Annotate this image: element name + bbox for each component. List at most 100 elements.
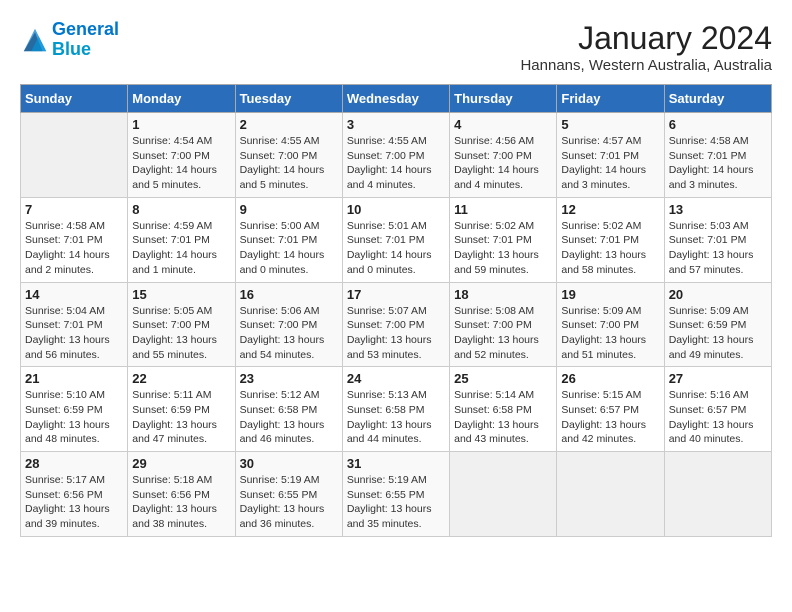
- header-day-tuesday: Tuesday: [235, 85, 342, 113]
- calendar-cell: 25 Sunrise: 5:14 AMSunset: 6:58 PMDayligh…: [450, 367, 557, 452]
- day-info: Sunrise: 5:15 AMSunset: 6:57 PMDaylight:…: [561, 388, 659, 447]
- day-number: 1: [132, 117, 230, 132]
- logo-icon: [20, 25, 50, 55]
- day-number: 8: [132, 202, 230, 217]
- day-info: Sunrise: 5:14 AMSunset: 6:58 PMDaylight:…: [454, 388, 552, 447]
- header-row: SundayMondayTuesdayWednesdayThursdayFrid…: [21, 85, 772, 113]
- header-day-monday: Monday: [128, 85, 235, 113]
- logo-line2: Blue: [52, 39, 91, 59]
- day-number: 11: [454, 202, 552, 217]
- day-number: 4: [454, 117, 552, 132]
- calendar-cell: 26 Sunrise: 5:15 AMSunset: 6:57 PMDayligh…: [557, 367, 664, 452]
- day-number: 30: [240, 456, 338, 471]
- day-number: 27: [669, 371, 767, 386]
- header-day-friday: Friday: [557, 85, 664, 113]
- week-row-2: 7Sunrise: 4:58 AMSunset: 7:01 PMDaylight…: [21, 197, 772, 282]
- day-info: Sunrise: 5:13 AMSunset: 6:58 PMDaylight:…: [347, 388, 445, 447]
- day-info: Sunrise: 4:56 AMSunset: 7:00 PMDaylight:…: [454, 134, 552, 193]
- page-header: General Blue January 2024 Hannans, Weste…: [20, 20, 772, 74]
- calendar-cell: 22 Sunrise: 5:11 AMSunset: 6:59 PMDayligh…: [128, 367, 235, 452]
- day-number: 17: [347, 287, 445, 302]
- calendar-cell: 8Sunrise: 4:59 AMSunset: 7:01 PMDaylight…: [128, 197, 235, 282]
- day-info: Sunrise: 5:19 AMSunset: 6:55 PMDaylight:…: [347, 473, 445, 532]
- title-block: January 2024 Hannans, Western Australia,…: [520, 20, 772, 74]
- day-number: 18: [454, 287, 552, 302]
- calendar-cell: 9Sunrise: 5:00 AMSunset: 7:01 PMDaylight…: [235, 197, 342, 282]
- day-info: Sunrise: 5:09 AMSunset: 6:59 PMDaylight:…: [669, 304, 767, 363]
- calendar-cell: 7Sunrise: 4:58 AMSunset: 7:01 PMDaylight…: [21, 197, 128, 282]
- month-title: January 2024: [520, 20, 772, 57]
- calendar-header: SundayMondayTuesdayWednesdayThursdayFrid…: [21, 85, 772, 113]
- calendar-cell: 13Sunrise: 5:03 AMSunset: 7:01 PMDayligh…: [664, 197, 771, 282]
- calendar-cell: 24 Sunrise: 5:13 AMSunset: 6:58 PMDayligh…: [342, 367, 449, 452]
- calendar-cell: 27 Sunrise: 5:16 AMSunset: 6:57 PMDayligh…: [664, 367, 771, 452]
- day-number: 31: [347, 456, 445, 471]
- week-row-1: 1 Sunrise: 4:54 AMSunset: 7:00 PMDaylight…: [21, 113, 772, 198]
- day-number: 14: [25, 287, 123, 302]
- day-number: 22: [132, 371, 230, 386]
- calendar-cell: 18Sunrise: 5:08 AMSunset: 7:00 PMDayligh…: [450, 282, 557, 367]
- day-number: 10: [347, 202, 445, 217]
- calendar-cell: 28 Sunrise: 5:17 AMSunset: 6:56 PMDayligh…: [21, 452, 128, 537]
- day-info: Sunrise: 5:18 AMSunset: 6:56 PMDaylight:…: [132, 473, 230, 532]
- calendar-cell: 10 Sunrise: 5:01 AMSunset: 7:01 PMDayligh…: [342, 197, 449, 282]
- calendar-cell: 17 Sunrise: 5:07 AMSunset: 7:00 PMDayligh…: [342, 282, 449, 367]
- day-info: Sunrise: 5:02 AMSunset: 7:01 PMDaylight:…: [454, 219, 552, 278]
- day-info: Sunrise: 5:01 AMSunset: 7:01 PMDaylight:…: [347, 219, 445, 278]
- day-number: 28: [25, 456, 123, 471]
- calendar-cell: 14 Sunrise: 5:04 AMSunset: 7:01 PMDayligh…: [21, 282, 128, 367]
- location-title: Hannans, Western Australia, Australia: [520, 57, 772, 74]
- header-day-saturday: Saturday: [664, 85, 771, 113]
- calendar-cell: 29 Sunrise: 5:18 AMSunset: 6:56 PMDayligh…: [128, 452, 235, 537]
- day-info: Sunrise: 4:54 AMSunset: 7:00 PMDaylight:…: [132, 134, 230, 193]
- day-number: 2: [240, 117, 338, 132]
- calendar-cell: 3Sunrise: 4:55 AMSunset: 7:00 PMDaylight…: [342, 113, 449, 198]
- calendar-table: SundayMondayTuesdayWednesdayThursdayFrid…: [20, 84, 772, 537]
- day-info: Sunrise: 5:17 AMSunset: 6:56 PMDaylight:…: [25, 473, 123, 532]
- day-info: Sunrise: 5:19 AMSunset: 6:55 PMDaylight:…: [240, 473, 338, 532]
- day-number: 25: [454, 371, 552, 386]
- day-number: 15: [132, 287, 230, 302]
- day-info: Sunrise: 5:03 AMSunset: 7:01 PMDaylight:…: [669, 219, 767, 278]
- calendar-cell: [450, 452, 557, 537]
- day-number: 12: [561, 202, 659, 217]
- day-info: Sunrise: 5:16 AMSunset: 6:57 PMDaylight:…: [669, 388, 767, 447]
- calendar-cell: 2 Sunrise: 4:55 AMSunset: 7:00 PMDaylight…: [235, 113, 342, 198]
- calendar-cell: [21, 113, 128, 198]
- week-row-5: 28 Sunrise: 5:17 AMSunset: 6:56 PMDayligh…: [21, 452, 772, 537]
- header-day-sunday: Sunday: [21, 85, 128, 113]
- calendar-cell: 15 Sunrise: 5:05 AMSunset: 7:00 PMDayligh…: [128, 282, 235, 367]
- day-number: 6: [669, 117, 767, 132]
- calendar-cell: 23Sunrise: 5:12 AMSunset: 6:58 PMDayligh…: [235, 367, 342, 452]
- day-number: 9: [240, 202, 338, 217]
- day-number: 26: [561, 371, 659, 386]
- day-info: Sunrise: 5:02 AMSunset: 7:01 PMDaylight:…: [561, 219, 659, 278]
- calendar-cell: 5Sunrise: 4:57 AMSunset: 7:01 PMDaylight…: [557, 113, 664, 198]
- calendar-cell: 12 Sunrise: 5:02 AMSunset: 7:01 PMDayligh…: [557, 197, 664, 282]
- calendar-cell: 1 Sunrise: 4:54 AMSunset: 7:00 PMDaylight…: [128, 113, 235, 198]
- day-info: Sunrise: 5:07 AMSunset: 7:00 PMDaylight:…: [347, 304, 445, 363]
- day-info: Sunrise: 4:55 AMSunset: 7:00 PMDaylight:…: [240, 134, 338, 193]
- logo-line1: General: [52, 19, 119, 39]
- day-info: Sunrise: 5:04 AMSunset: 7:01 PMDaylight:…: [25, 304, 123, 363]
- calendar-cell: 20 Sunrise: 5:09 AMSunset: 6:59 PMDayligh…: [664, 282, 771, 367]
- calendar-cell: 21Sunrise: 5:10 AMSunset: 6:59 PMDayligh…: [21, 367, 128, 452]
- day-info: Sunrise: 5:05 AMSunset: 7:00 PMDaylight:…: [132, 304, 230, 363]
- day-number: 29: [132, 456, 230, 471]
- day-info: Sunrise: 5:06 AMSunset: 7:00 PMDaylight:…: [240, 304, 338, 363]
- week-row-3: 14 Sunrise: 5:04 AMSunset: 7:01 PMDayligh…: [21, 282, 772, 367]
- day-number: 20: [669, 287, 767, 302]
- day-number: 3: [347, 117, 445, 132]
- day-info: Sunrise: 4:57 AMSunset: 7:01 PMDaylight:…: [561, 134, 659, 193]
- header-day-thursday: Thursday: [450, 85, 557, 113]
- day-number: 19: [561, 287, 659, 302]
- day-number: 24: [347, 371, 445, 386]
- calendar-cell: 31 Sunrise: 5:19 AMSunset: 6:55 PMDayligh…: [342, 452, 449, 537]
- day-info: Sunrise: 5:11 AMSunset: 6:59 PMDaylight:…: [132, 388, 230, 447]
- day-info: Sunrise: 4:58 AMSunset: 7:01 PMDaylight:…: [669, 134, 767, 193]
- header-day-wednesday: Wednesday: [342, 85, 449, 113]
- calendar-cell: 4 Sunrise: 4:56 AMSunset: 7:00 PMDaylight…: [450, 113, 557, 198]
- day-number: 16: [240, 287, 338, 302]
- calendar-body: 1 Sunrise: 4:54 AMSunset: 7:00 PMDaylight…: [21, 113, 772, 537]
- week-row-4: 21Sunrise: 5:10 AMSunset: 6:59 PMDayligh…: [21, 367, 772, 452]
